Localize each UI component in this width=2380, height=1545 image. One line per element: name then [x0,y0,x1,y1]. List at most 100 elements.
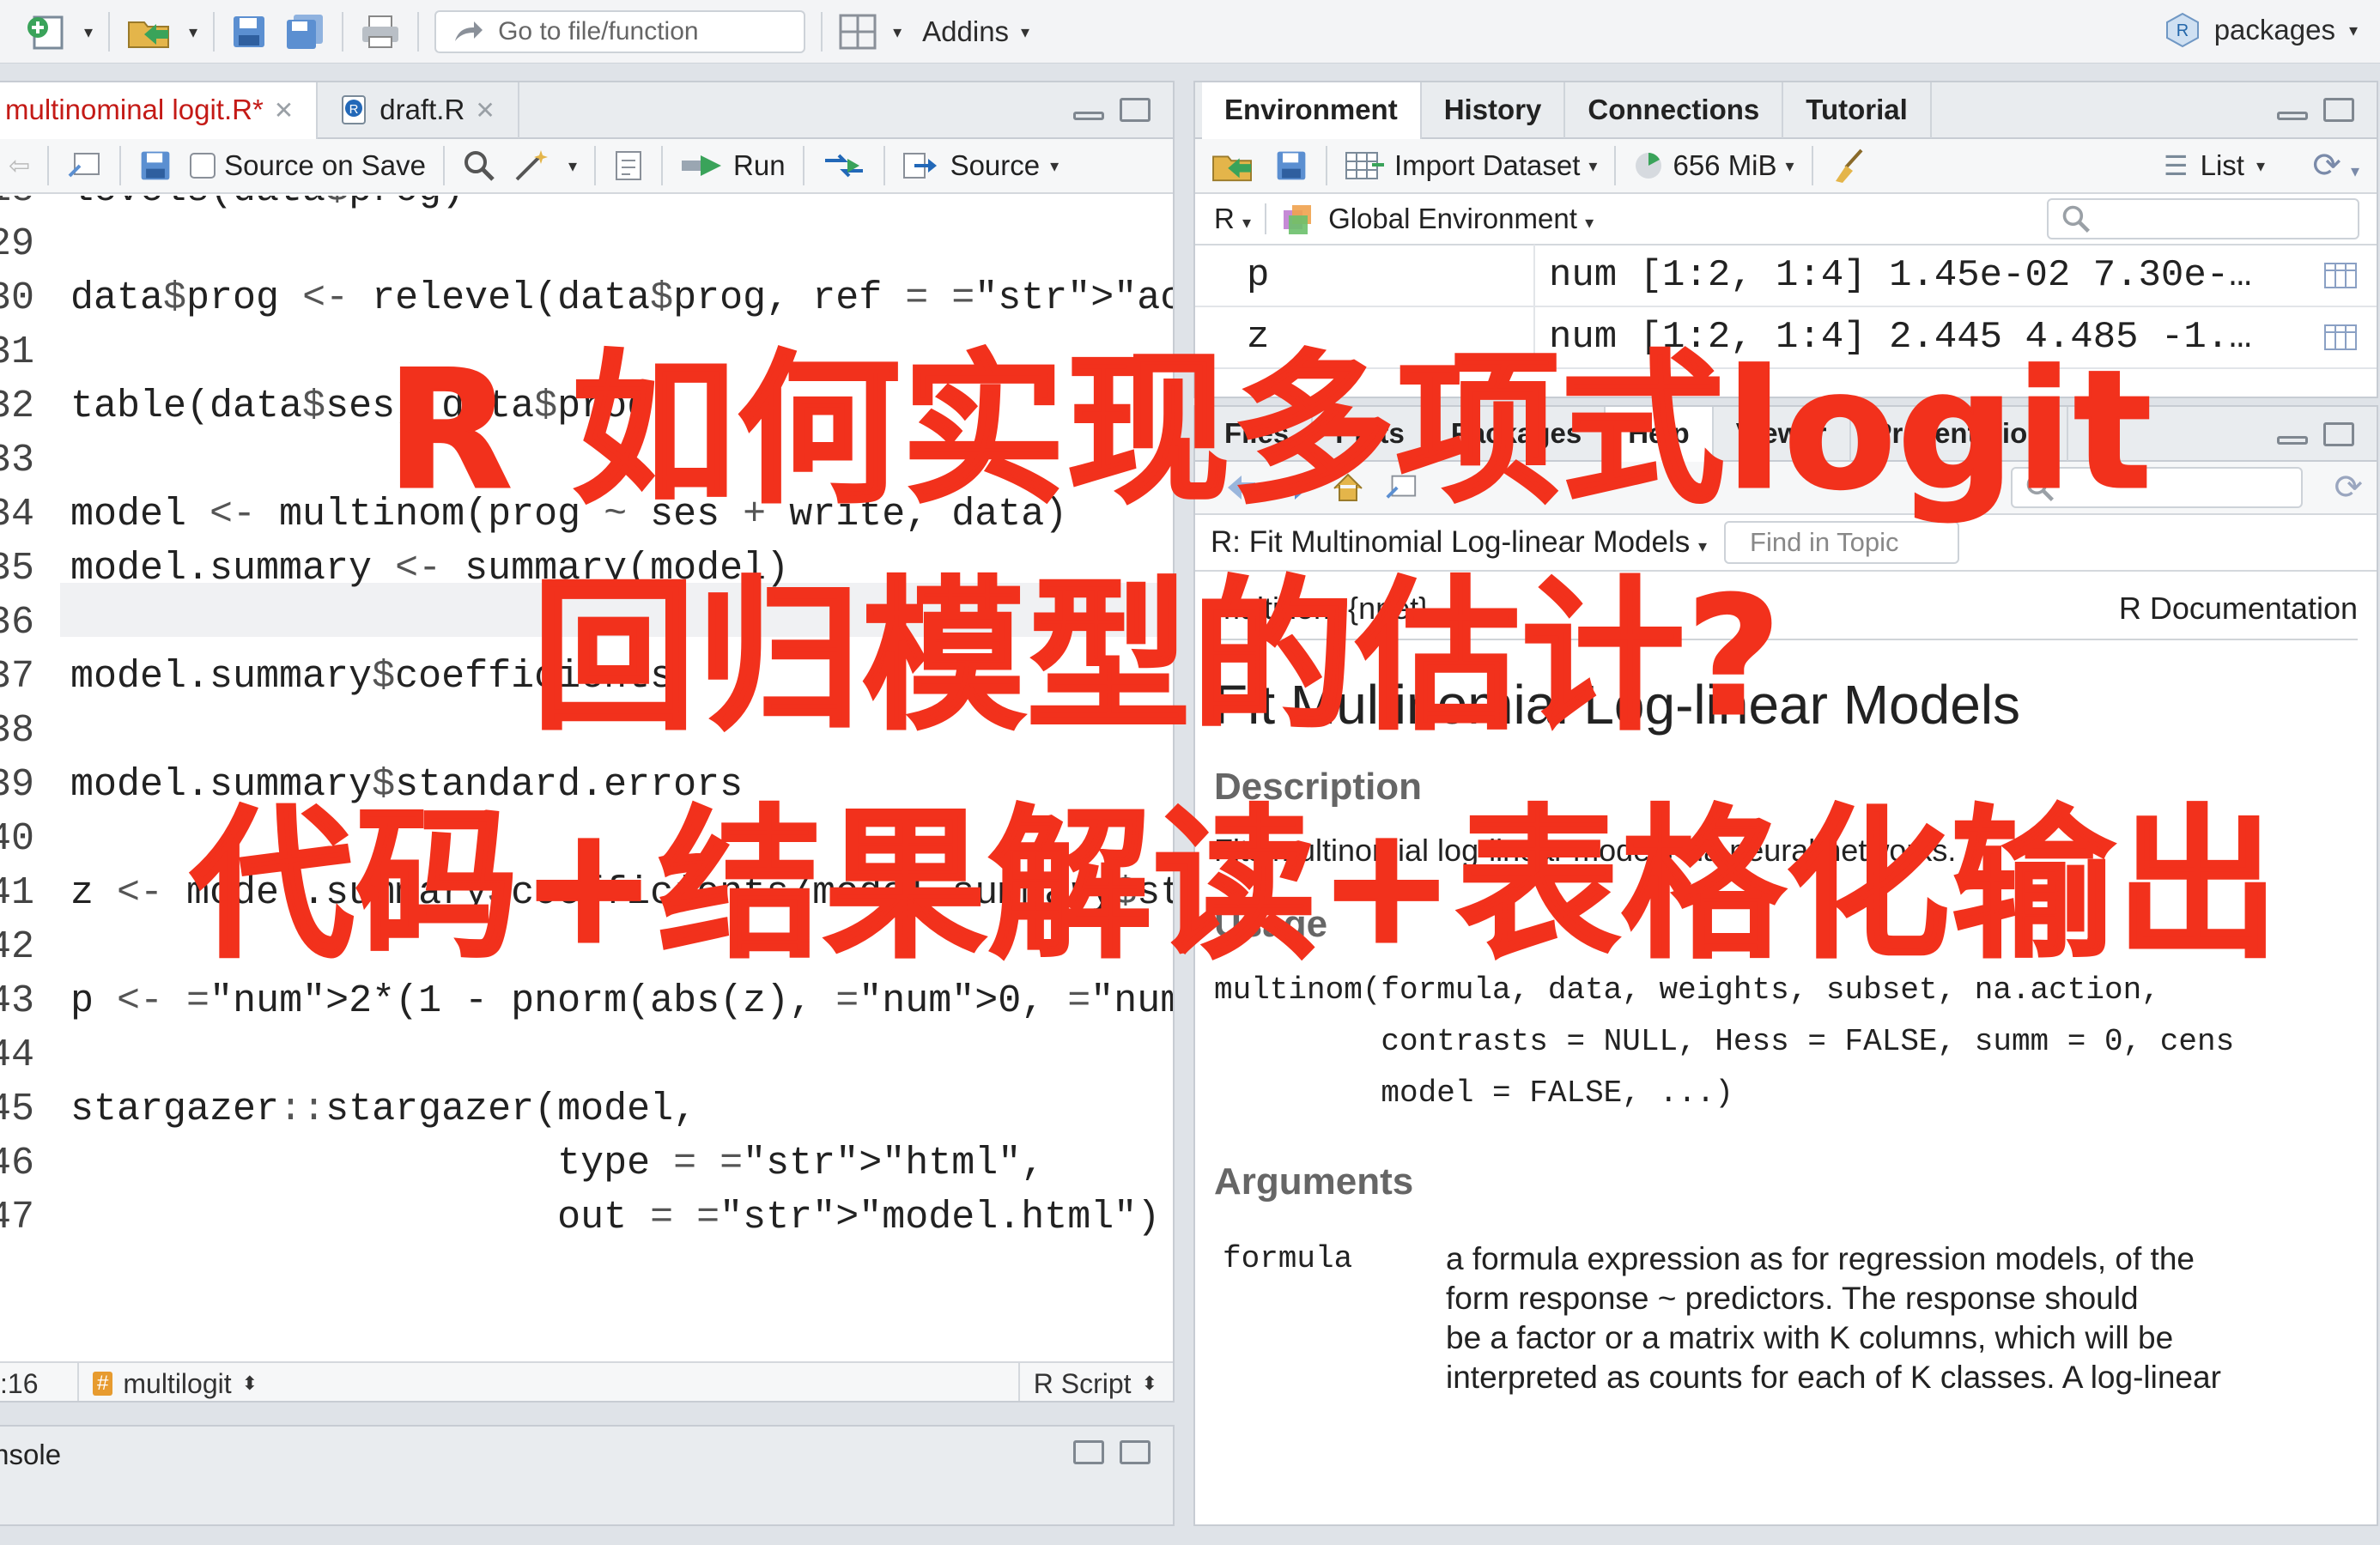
file-type-label: R Script [1033,1367,1132,1399]
open-file-icon[interactable] [125,12,173,52]
restore-pane-icon[interactable] [1073,1440,1104,1464]
maximize-pane-icon[interactable] [2323,98,2354,122]
environment-scope-bar: R ▾ Global Environment ▾ [1195,194,2377,245]
doc-header-right: R Documentation [2118,591,2358,626]
close-tab-icon[interactable]: ✕ [274,96,294,124]
tab-label: multinominal logit.R* [5,94,264,125]
memory-caret: ▾ [1785,156,1794,176]
line-number: 42 [0,925,34,969]
show-in-window-icon[interactable] [66,150,102,181]
line-number-gutter: 18 29 30 31 32 33 34 35 36 37 38 39 40 41 42 43 44 45 46 47… [0,196,34,1248]
tab-tutorial[interactable]: Tutorial [1783,82,1932,138]
tab-multinominal-logit[interactable]: multinominal logit.R* ✕ [0,82,319,139]
env-row[interactable]: p num [1:2, 1:4] 1.45e-02 7.30e-… [1195,245,2377,307]
search-icon[interactable] [462,148,496,183]
pie-memory-icon [1636,153,1662,179]
minimize-pane-icon[interactable] [2277,112,2308,120]
load-workspace-icon[interactable] [1209,147,1257,185]
maximize-pane-icon[interactable] [2323,422,2354,446]
pane-layout-icon[interactable] [838,13,877,51]
usage-line: model = FALSE, ...) [1214,1075,1733,1111]
svg-text:R: R [2176,21,2188,40]
line-number: 38 [0,709,34,753]
svg-text:R: R [349,102,359,117]
maximize-pane-icon[interactable] [1120,1440,1151,1464]
goto-arrow-icon [455,21,483,41]
tab-draft[interactable]: R draft.R ✕ [318,82,519,138]
new-file-caret[interactable]: ▾ [84,21,93,43]
line-number: 30 [0,276,34,320]
pane-layout-caret[interactable]: ▾ [893,21,902,43]
main-toolbar: ▾ ▾ Go to file/function ▾ Addins ▾ R pac… [0,0,2380,64]
checkbox-box[interactable] [190,153,216,179]
open-file-caret[interactable]: ▾ [189,21,197,43]
code-tools-caret[interactable]: ▾ [568,155,577,177]
view-table-icon[interactable] [2323,262,2358,289]
source-on-save-checkbox[interactable]: Source on Save [190,149,426,182]
addins-menu[interactable]: Addins ▾ [922,15,1029,48]
file-type-selector[interactable]: R Script ⬍ [1017,1362,1157,1401]
compile-report-icon[interactable] [613,148,644,183]
language-selector[interactable]: R ▾ [1214,203,1251,235]
back-arrow-icon[interactable]: ⇦ [9,151,30,181]
scope-selector[interactable]: # multilogit ⬍ [77,1362,258,1401]
line-number: 31 [0,330,34,374]
minimize-pane-icon[interactable] [2277,436,2308,445]
tab-connections[interactable]: Connections [1565,82,1784,138]
r-project-icon: R [2165,12,2199,48]
code-line: data$prog <- relevel(data$prog, ref = ="… [70,276,1173,320]
source-caret: ▾ [1050,156,1059,176]
run-arrow-icon [682,155,722,176]
minimize-pane-icon[interactable] [1073,112,1104,120]
code-line: type = ="str">"html", [70,1142,1045,1185]
updown-icon: ⬍ [241,1372,258,1394]
line-number: 44 [0,1033,34,1077]
source-button[interactable]: Source ▾ [902,149,1059,182]
save-all-icon[interactable] [283,13,326,51]
console-pane: Console [0,1425,1175,1526]
save-workspace-icon[interactable] [1274,148,1308,183]
new-file-icon[interactable] [24,10,69,53]
line-number: 18 [0,196,34,217]
environment-toolbar: Import Dataset ▾ 656 MiB ▾ ☰ List ▾ ⟳ ▾ [1195,139,2377,194]
save-icon[interactable] [230,13,268,51]
source-toolbar: ⇦ Source on Save ▾ Run Source ▾ [0,139,1173,194]
view-mode-label: List [2200,149,2244,181]
close-tab-icon[interactable]: ✕ [475,96,495,124]
list-icon: ☰ [2163,150,2189,181]
find-in-topic-input[interactable]: Find in Topic [1724,521,1960,564]
view-mode-selector[interactable]: ☰ List ▾ [2164,149,2265,182]
refresh-icon[interactable]: ⟳ [2334,468,2363,507]
save-icon[interactable] [138,148,173,183]
var-name: p [1195,245,1535,306]
tab-environment[interactable]: Environment [1202,82,1422,139]
import-caret: ▾ [1588,156,1598,176]
refresh-icon[interactable]: ⟳ ▾ [2312,146,2359,185]
topic-selector[interactable]: R: Fit Multinomial Log-linear Models ▾ [1211,525,1707,560]
line-number: 45 [0,1088,34,1131]
run-button[interactable]: Run [680,149,786,182]
project-menu[interactable]: R packages ▾ [2164,12,2358,48]
broom-icon[interactable] [1831,147,1868,185]
r-file-icon: R [342,95,367,124]
console-title[interactable]: Console [0,1439,61,1471]
maximize-pane-icon[interactable] [1120,98,1151,122]
usage-line: contrasts = NULL, Hess = FALSE, summ = 0… [1214,1024,2235,1059]
arg-description: a formula expression as for regression m… [1446,1241,2221,1395]
line-number: 37 [0,655,34,699]
addins-caret: ▾ [1021,22,1030,42]
tab-history[interactable]: History [1422,82,1566,138]
line-number: 46 [0,1142,34,1185]
import-dataset-button[interactable]: Import Dataset ▾ [1345,149,1597,182]
print-icon[interactable] [359,13,402,51]
env-scope-selector[interactable]: Global Environment ▾ [1328,203,1594,235]
magic-wand-icon[interactable] [513,148,551,183]
view-table-icon[interactable] [2323,324,2358,351]
overlay-title-line-2: 回归模型的估计? [531,561,1783,753]
memory-usage[interactable]: 656 MiB ▾ [1633,149,1794,182]
goto-file-input[interactable]: Go to file/function [434,10,806,53]
env-search-input[interactable] [2047,198,2359,239]
source-on-save-label: Source on Save [224,149,426,181]
rerun-icon[interactable] [822,152,866,179]
